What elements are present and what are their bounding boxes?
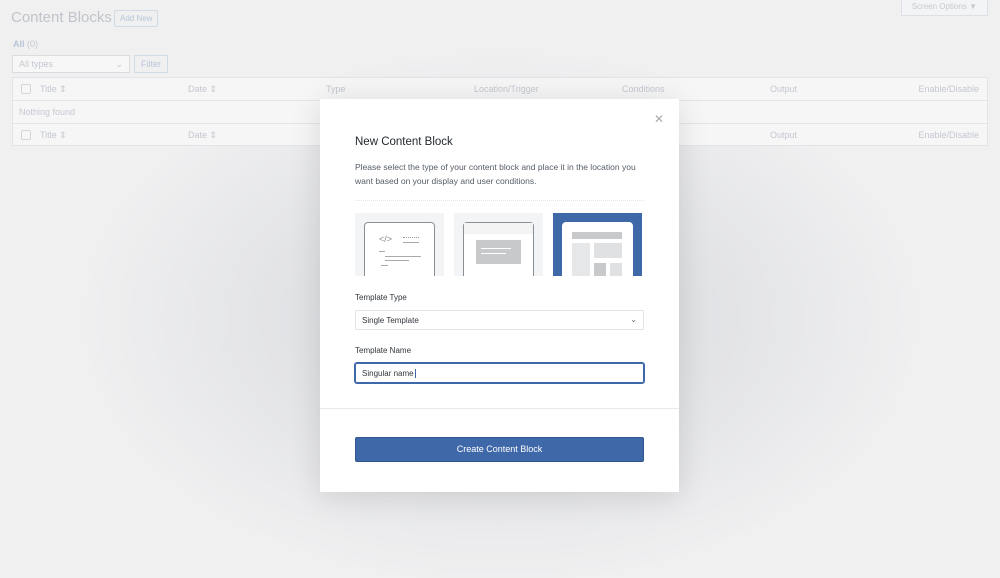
modal-footer-divider: [320, 408, 679, 409]
card-single-template[interactable]: [553, 213, 642, 276]
col-date[interactable]: Date ⇕: [188, 84, 217, 95]
col-enable: Enable/Disable: [918, 84, 979, 94]
select-all-checkbox-footer[interactable]: [21, 130, 31, 140]
template-type-label: Template Type: [355, 293, 407, 302]
card-code[interactable]: </>: [355, 213, 444, 276]
layout-icon: [562, 222, 633, 276]
type-filter-value: All types: [19, 59, 54, 69]
col-date-footer[interactable]: Date ⇕: [188, 130, 217, 141]
template-type-select[interactable]: Single Template ⌄: [355, 310, 644, 330]
card-popup[interactable]: [454, 213, 543, 276]
col-title[interactable]: Title ⇕: [40, 84, 67, 95]
all-count: (0): [27, 39, 39, 49]
col-output-footer: Output: [770, 130, 798, 140]
template-type-cards: </>: [355, 213, 642, 276]
col-title-footer[interactable]: Title ⇕: [40, 130, 67, 141]
page-title: Content Blocks: [11, 9, 112, 26]
chevron-down-icon: ⌄: [630, 315, 637, 324]
template-name-input[interactable]: Singular name: [355, 363, 644, 383]
popup-icon: [463, 222, 534, 276]
divider: [355, 200, 644, 201]
type-filter-select[interactable]: All types ⌄: [12, 55, 130, 73]
screen-options-button[interactable]: Screen Options ▼: [900, 0, 988, 16]
create-content-block-button[interactable]: Create Content Block: [355, 437, 644, 462]
filter-all[interactable]: All (0): [13, 39, 38, 49]
template-name-label: Template Name: [355, 346, 412, 355]
template-name-value: Singular name: [362, 369, 414, 378]
add-new-button[interactable]: Add New: [114, 10, 159, 27]
col-output: Output: [770, 84, 798, 94]
col-type: Type: [326, 84, 346, 94]
code-icon: </>: [364, 222, 435, 276]
col-conditions: Conditions: [622, 84, 665, 94]
col-enable-footer: Enable/Disable: [918, 130, 979, 140]
select-all-checkbox[interactable]: [21, 84, 31, 94]
chevron-down-icon: ⌄: [115, 59, 123, 69]
col-location: Location/Trigger: [474, 84, 539, 94]
close-icon[interactable]: ✕: [654, 112, 664, 126]
all-label: All: [13, 39, 25, 49]
modal-description: Please select the type of your content b…: [355, 162, 636, 186]
template-type-value: Single Template: [362, 316, 419, 325]
table-header: Title ⇕ Date ⇕ Type Location/Trigger Con…: [13, 78, 987, 101]
modal-title: New Content Block: [355, 136, 453, 148]
filter-button[interactable]: Filter: [134, 55, 168, 73]
new-content-block-modal: ✕ New Content Block Please select the ty…: [320, 99, 679, 492]
empty-message: Nothing found: [19, 107, 76, 117]
